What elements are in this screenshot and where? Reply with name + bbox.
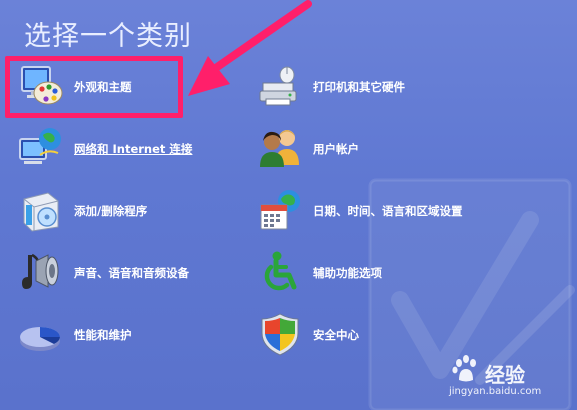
category-label: 添加/删除程序 [74,204,148,218]
category-accessibility-options[interactable]: 辅助功能选项 [257,249,467,295]
category-label: 网络和 Internet 连接 [74,142,193,156]
performance-pie-icon [18,311,64,357]
category-date-time-language-region[interactable]: 日期、时间、语言和区域设置 [257,187,467,233]
watermark-brand: 经验 [485,363,525,387]
category-performance-maintenance[interactable]: 性能和维护 [18,311,228,357]
category-network-internet[interactable]: 网络和 Internet 连接 [18,125,228,171]
category-label: 辅助功能选项 [313,266,382,280]
category-label: 安全中心 [313,328,359,342]
security-shield-icon [257,311,303,357]
baidu-jingyan-watermark: 经验 jingyan.baidu.com [449,354,571,404]
control-panel-window: 选择一个类别 外观和主题 网络和 Internet 连接 添加/删除程序 声音、… [0,0,577,410]
highlight-annotation-box [5,56,183,118]
category-add-remove-programs[interactable]: 添加/删除程序 [18,187,228,233]
annotation-arrow-icon [188,0,312,96]
accessibility-wheelchair-icon [257,249,303,295]
page-title: 选择一个类别 [24,21,192,52]
category-label: 声音、语音和音频设备 [74,266,189,280]
date-time-globe-icon [257,187,303,233]
category-label: 日期、时间、语言和区域设置 [313,204,463,218]
baidu-paw-icon [452,355,476,382]
category-label: 性能和维护 [74,328,132,342]
category-security-center[interactable]: 安全中心 [257,311,467,357]
category-sounds-audio[interactable]: 声音、语音和音频设备 [18,249,228,295]
add-remove-programs-icon [18,187,64,233]
speaker-audio-icon [18,249,64,295]
category-user-accounts[interactable]: 用户帐户 [257,125,467,171]
watermark-url: jingyan.baidu.com [449,386,542,397]
network-globe-icon [18,125,64,171]
category-label: 用户帐户 [313,142,359,156]
user-accounts-icon [257,125,303,171]
